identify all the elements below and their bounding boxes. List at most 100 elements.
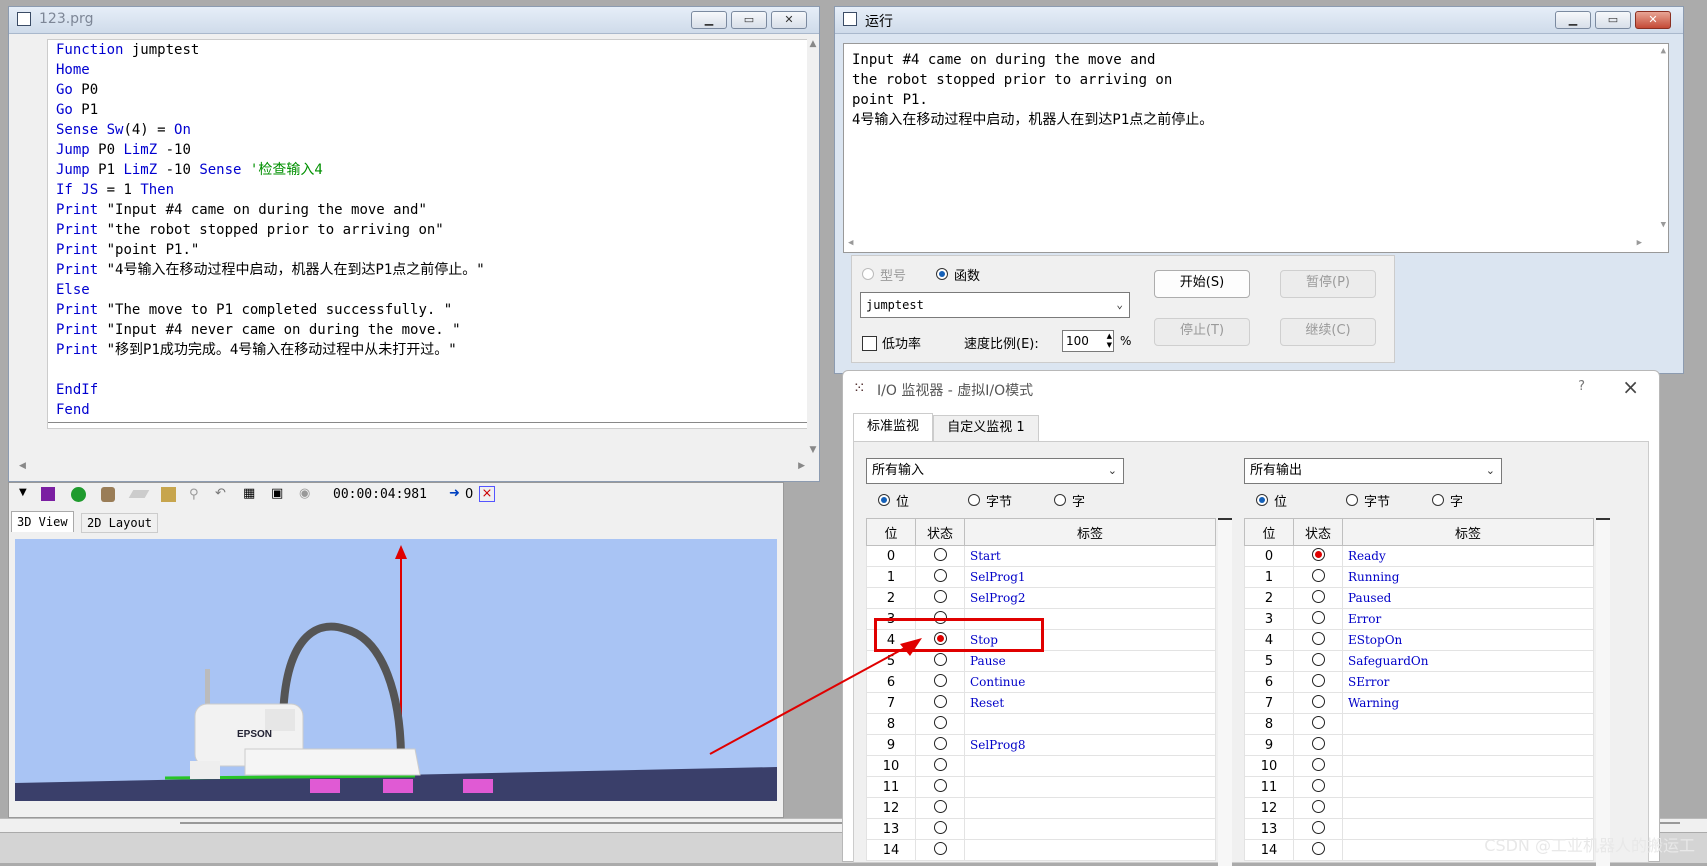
speed-spinner-icon[interactable]: ▲ ▼ bbox=[1107, 332, 1112, 350]
function-radio[interactable] bbox=[936, 268, 948, 280]
robot-3d-view[interactable]: EPSON bbox=[15, 539, 777, 801]
status-led-on-icon[interactable] bbox=[1311, 547, 1325, 561]
table-row[interactable]: 9 bbox=[1244, 734, 1594, 756]
code-line[interactable]: Print "Input #4 came on during the move … bbox=[48, 200, 808, 220]
output-mode-bit-radio[interactable] bbox=[1256, 494, 1268, 506]
code-line[interactable]: Print "4号输入在移动过程中启动，机器人在到达P1点之前停止。" bbox=[48, 260, 808, 280]
output-scroll-down-icon[interactable]: ▼ bbox=[1661, 220, 1666, 230]
column-header[interactable]: 状态 bbox=[1293, 518, 1343, 546]
output-scroll-right-icon[interactable]: ▶ bbox=[1637, 238, 1642, 248]
status-led-off-icon[interactable] bbox=[1311, 757, 1325, 771]
start-button[interactable]: 开始(S) bbox=[1154, 270, 1250, 298]
table-row[interactable]: 1 Running bbox=[1244, 566, 1594, 588]
collision-icon[interactable]: ⨯ bbox=[479, 486, 495, 502]
table-row[interactable]: 0 Ready bbox=[1244, 545, 1594, 567]
cylinder-icon[interactable] bbox=[101, 487, 115, 502]
dropdown-arrow-icon[interactable]: ▼ bbox=[19, 487, 27, 498]
table-row[interactable]: 12 bbox=[1244, 797, 1594, 819]
speed-input[interactable]: 100 ▲ ▼ bbox=[1062, 330, 1114, 352]
undo-icon[interactable]: ↶ bbox=[215, 486, 226, 501]
sphere-icon[interactable] bbox=[71, 487, 86, 502]
table-row[interactable]: 2 SelProg2 bbox=[866, 587, 1216, 609]
status-led-off-icon[interactable] bbox=[933, 820, 947, 834]
table-row[interactable]: 1 SelProg1 bbox=[866, 566, 1216, 588]
table-row[interactable]: 11 bbox=[1244, 776, 1594, 798]
editor-horizontal-scrollbar[interactable]: ◀ ▶ bbox=[17, 461, 807, 475]
code-line[interactable]: EndIf bbox=[48, 380, 808, 400]
robot-icon[interactable]: ⚲ bbox=[189, 487, 199, 502]
input-mode-byte-radio[interactable] bbox=[968, 494, 980, 506]
status-led-off-icon[interactable] bbox=[1311, 589, 1325, 603]
table-row[interactable]: 4 EStopOn bbox=[1244, 629, 1594, 651]
column-header[interactable]: 位 bbox=[1244, 518, 1294, 546]
status-led-off-icon[interactable] bbox=[1311, 841, 1325, 855]
status-led-off-icon[interactable] bbox=[1311, 715, 1325, 729]
table-row[interactable]: 7 Warning bbox=[1244, 692, 1594, 714]
grid-icon[interactable]: ▦ bbox=[243, 486, 255, 501]
io-tab-standard[interactable]: 标准监视 bbox=[853, 413, 933, 442]
code-line[interactable]: Jump P0 LimZ -10 bbox=[48, 140, 808, 160]
code-line[interactable]: Function jumptest bbox=[48, 40, 808, 60]
status-led-off-icon[interactable] bbox=[933, 778, 947, 792]
status-led-off-icon[interactable] bbox=[1311, 673, 1325, 687]
status-led-off-icon[interactable] bbox=[1311, 820, 1325, 834]
scroll-right-icon[interactable]: ▶ bbox=[798, 461, 805, 471]
editor-vertical-scrollbar[interactable]: ▲ ▼ bbox=[807, 39, 819, 455]
minimize-button[interactable]: ▁ bbox=[691, 11, 727, 29]
status-led-off-icon[interactable] bbox=[933, 568, 947, 582]
output-filter-select[interactable]: 所有输出 ⌄ bbox=[1244, 458, 1502, 484]
status-led-off-icon[interactable] bbox=[933, 799, 947, 813]
parts-icon[interactable] bbox=[161, 487, 176, 502]
output-mode-byte-radio[interactable] bbox=[1346, 494, 1358, 506]
code-editor[interactable]: Function jumptest Home Go P0 Go P1 Sense Sw(… bbox=[47, 39, 809, 429]
column-header[interactable]: 状态 bbox=[915, 518, 965, 546]
input-table-scrollbar[interactable] bbox=[1218, 518, 1232, 866]
maximize-button[interactable]: ▭ bbox=[731, 11, 767, 29]
input-mode-bit-radio[interactable] bbox=[878, 494, 890, 506]
save-icon[interactable]: ▣ bbox=[271, 486, 283, 501]
io-tab-custom[interactable]: 自定义监视 1 bbox=[933, 415, 1039, 443]
output-scroll-up-icon[interactable]: ▲ bbox=[1661, 46, 1666, 56]
status-led-off-icon[interactable] bbox=[933, 547, 947, 561]
code-line[interactable]: Fend bbox=[48, 400, 808, 420]
status-led-off-icon[interactable] bbox=[1311, 568, 1325, 582]
cube-icon[interactable] bbox=[41, 487, 55, 501]
table-row[interactable]: 13 bbox=[866, 818, 1216, 840]
scroll-down-icon[interactable]: ▼ bbox=[807, 445, 819, 455]
input-filter-select[interactable]: 所有输入 ⌄ bbox=[866, 458, 1124, 484]
output-mode-word-radio[interactable] bbox=[1432, 494, 1444, 506]
camera-icon[interactable]: ◉ bbox=[299, 486, 310, 501]
status-led-off-icon[interactable] bbox=[1311, 736, 1325, 750]
sim-tab-2d-layout[interactable]: 2D Layout bbox=[81, 513, 159, 533]
column-header[interactable]: 标签 bbox=[1342, 518, 1594, 546]
table-row[interactable]: 2 Paused bbox=[1244, 587, 1594, 609]
plane-icon[interactable] bbox=[128, 490, 150, 498]
run-minimize-button[interactable]: ▁ bbox=[1555, 11, 1591, 29]
output-table-scrollbar[interactable] bbox=[1596, 518, 1610, 866]
help-button[interactable]: ? bbox=[1578, 379, 1585, 394]
status-led-off-icon[interactable] bbox=[1311, 799, 1325, 813]
code-line[interactable]: If JS = 1 Then bbox=[48, 180, 808, 200]
continue-button[interactable]: 继续(C) bbox=[1280, 318, 1376, 346]
status-led-off-icon[interactable] bbox=[1311, 652, 1325, 666]
status-led-off-icon[interactable] bbox=[1311, 631, 1325, 645]
code-line[interactable]: Else bbox=[48, 280, 808, 300]
run-maximize-button[interactable]: ▭ bbox=[1595, 11, 1631, 29]
table-row[interactable]: 12 bbox=[866, 797, 1216, 819]
code-line[interactable]: Jump P1 LimZ -10 Sense '检查输入4 bbox=[48, 160, 808, 180]
table-row[interactable]: 6 SError bbox=[1244, 671, 1594, 693]
code-line[interactable]: Go P1 bbox=[48, 100, 808, 120]
code-line[interactable] bbox=[48, 360, 808, 380]
sim-tab-3d-view[interactable]: 3D View bbox=[11, 511, 74, 532]
stop-button[interactable]: 停止(T) bbox=[1154, 318, 1250, 346]
scroll-left-icon[interactable]: ◀ bbox=[19, 461, 26, 471]
input-mode-word-radio[interactable] bbox=[1054, 494, 1066, 506]
column-header[interactable]: 标签 bbox=[964, 518, 1216, 546]
table-row[interactable]: 5 SafeguardOn bbox=[1244, 650, 1594, 672]
code-line[interactable]: Print "point P1." bbox=[48, 240, 808, 260]
code-line[interactable]: Print "移到P1成功完成。4号输入在移动过程中从未打开过。" bbox=[48, 340, 808, 360]
code-line[interactable]: Print "The move to P1 completed successf… bbox=[48, 300, 808, 320]
code-line[interactable]: Print "Input #4 never came on during the… bbox=[48, 320, 808, 340]
step-arrow-icon[interactable]: ➜ bbox=[449, 486, 460, 501]
io-close-button[interactable]: × bbox=[1622, 375, 1639, 399]
